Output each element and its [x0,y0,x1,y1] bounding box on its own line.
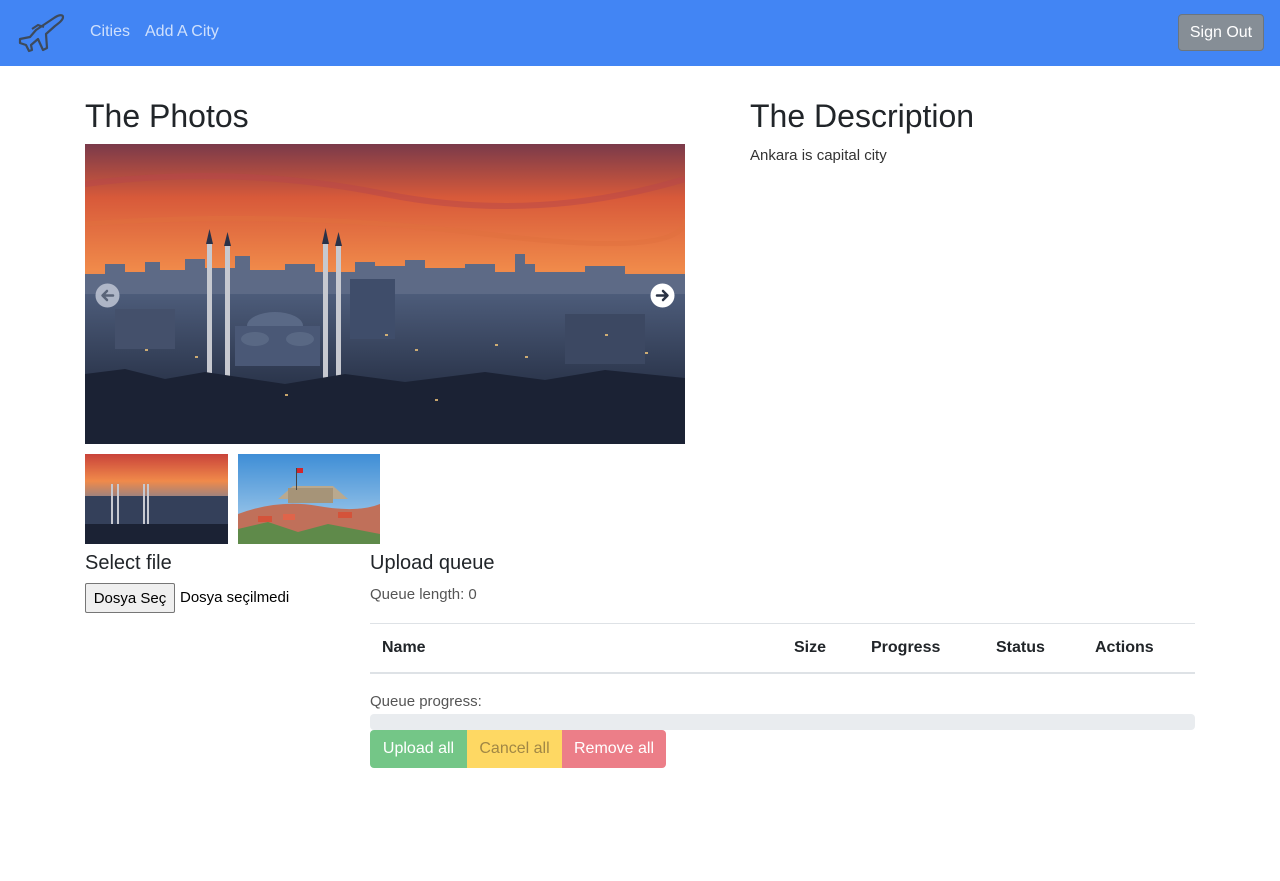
thumbnail-skyline-image [85,454,228,544]
queue-progress-bar [370,714,1195,730]
queue-progress-label: Queue progress: [370,693,482,710]
arrow-right-circle-icon[interactable] [650,283,675,308]
cancel-all-button[interactable]: Cancel all [467,730,562,768]
column-header-actions: Actions [1095,639,1154,656]
thumbnail-castle-image [238,454,380,544]
carousel-image [85,144,685,444]
upload-all-button[interactable]: Upload all [370,730,467,768]
upload-queue-title: Upload queue [370,552,495,574]
photos-title: The Photos [85,98,249,134]
remove-all-button[interactable]: Remove all [562,730,666,768]
navbar: Cities Add A City Sign Out [0,0,1280,66]
table-top-border [370,623,1195,624]
airplane-icon[interactable] [16,12,66,54]
arrow-left-circle-icon[interactable] [95,283,120,308]
photo-carousel[interactable] [85,144,685,444]
thumbnail-skyline[interactable] [85,454,228,544]
file-status-text: Dosya seçilmedi [180,589,290,606]
description-text: Ankara is capital city [750,147,887,164]
table-header-border [370,672,1195,674]
sign-out-button[interactable]: Sign Out [1178,14,1264,51]
column-header-size: Size [794,639,827,656]
column-header-name: Name [382,639,426,656]
column-header-progress: Progress [871,639,941,656]
select-file-title: Select file [85,552,172,574]
description-title: The Description [750,98,975,134]
nav-link-cities[interactable]: Cities [90,23,130,41]
queue-length-text: Queue length: 0 [370,586,477,603]
choose-file-button[interactable]: Dosya Seç [85,583,175,613]
column-header-status: Status [996,639,1045,656]
nav-link-add-city[interactable]: Add A City [145,23,219,41]
thumbnail-castle[interactable] [238,454,380,544]
